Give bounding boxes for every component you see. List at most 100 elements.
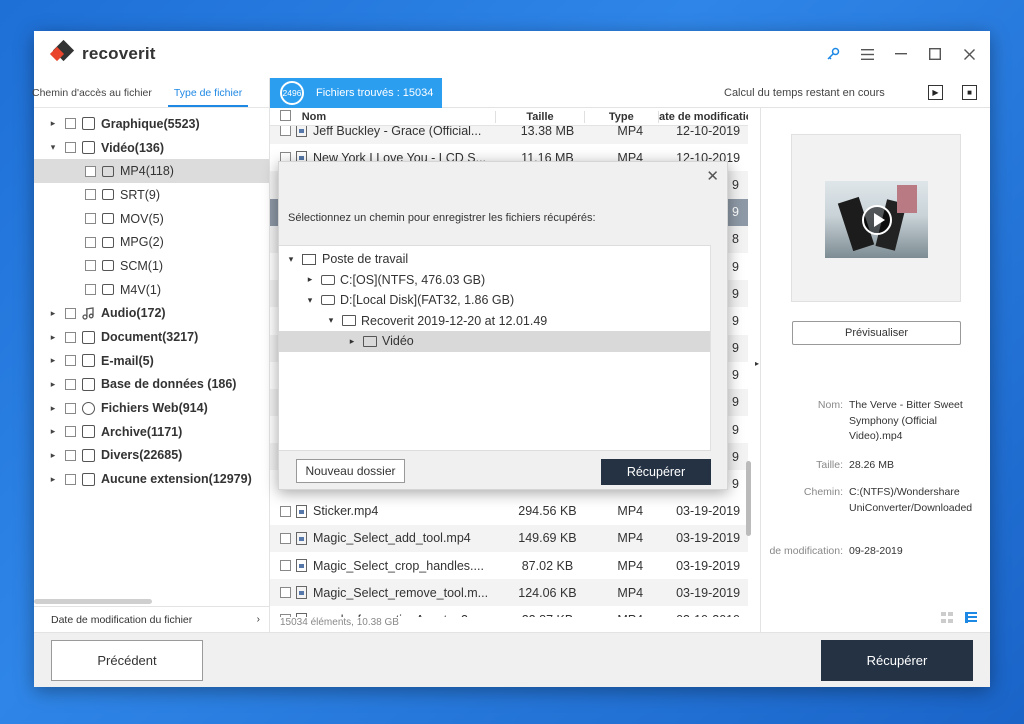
database-icon xyxy=(82,377,95,391)
collapse-icon[interactable]: ▾ xyxy=(324,315,338,326)
tree-node-computer[interactable]: ▾ Poste de travail xyxy=(279,249,727,270)
tree-item-web[interactable]: ▸ Fichiers Web(914) xyxy=(34,396,269,420)
column-size[interactable]: Taille xyxy=(495,110,583,123)
checkbox[interactable] xyxy=(85,189,96,201)
stop-icon[interactable]: ■ xyxy=(962,85,977,100)
minimize-icon[interactable] xyxy=(892,45,910,63)
checkbox[interactable] xyxy=(65,378,76,390)
tree-node-drive-d[interactable]: ▾ D:[Local Disk](FAT32, 1.86 GB) xyxy=(279,290,727,311)
checkbox[interactable] xyxy=(280,125,291,137)
table-row[interactable]: Magic_Select_add_tool.mp4 149.69 KB MP4 … xyxy=(270,524,748,552)
checkbox[interactable] xyxy=(85,213,96,225)
checkbox[interactable] xyxy=(65,449,76,461)
checkbox[interactable] xyxy=(65,473,76,485)
checkbox[interactable] xyxy=(65,402,76,414)
checkbox[interactable] xyxy=(65,355,76,367)
tree-item-no-extension[interactable]: ▸ Aucune extension(12979) xyxy=(34,467,269,491)
expand-icon[interactable]: ▸ xyxy=(47,450,59,461)
checkbox[interactable] xyxy=(85,165,96,177)
new-folder-button[interactable]: Nouveau dossier xyxy=(296,459,405,483)
tree-item-email[interactable]: ▸ E-mail(5) xyxy=(34,349,269,373)
play-icon[interactable] xyxy=(862,205,892,235)
expand-icon[interactable]: ▸ xyxy=(47,426,59,437)
dialog-recover-button[interactable]: Récupérer xyxy=(601,459,711,485)
expand-icon[interactable]: ▸ xyxy=(47,379,59,390)
tree-item-video[interactable]: ▾ Vidéo(136) xyxy=(34,136,269,160)
table-row[interactable]: Magic_Select_crop_handles.... 87.02 KB M… xyxy=(270,552,748,579)
checkbox[interactable] xyxy=(280,532,291,544)
preview-button[interactable]: Prévisualiser xyxy=(792,321,961,345)
tree-node-video-folder[interactable]: ▸ Vidéo xyxy=(279,331,727,352)
play-icon[interactable]: ▶ xyxy=(928,85,943,100)
tree-item-scm[interactable]: SCM(1) xyxy=(34,254,269,278)
menu-icon[interactable] xyxy=(858,45,876,63)
key-icon[interactable] xyxy=(824,45,842,63)
tree-item-graphique[interactable]: ▸ Graphique(5523) xyxy=(34,112,269,136)
tab-file-path[interactable]: Chemin d'accès au fichier xyxy=(32,87,158,107)
tree-item-archive[interactable]: ▸ Archive(1171) xyxy=(34,420,269,444)
tree-item-mov[interactable]: MOV(5) xyxy=(34,207,269,231)
dialog-scrollbar[interactable] xyxy=(710,245,727,451)
collapse-icon[interactable]: ▾ xyxy=(284,254,298,265)
expand-icon[interactable]: ▸ xyxy=(303,274,317,285)
file-size: 149.69 KB xyxy=(518,531,577,546)
expand-icon[interactable]: ▸ xyxy=(47,474,59,485)
checkbox[interactable] xyxy=(65,426,76,438)
file-date-fragment: 9 xyxy=(732,205,739,220)
tree-item-label: Archive(1171) xyxy=(101,424,183,439)
vertical-scrollbar[interactable] xyxy=(746,461,751,536)
tab-file-type[interactable]: Type de fichier xyxy=(167,87,249,107)
checkbox[interactable] xyxy=(65,307,76,319)
tree-item-mpg[interactable]: MPG(2) xyxy=(34,230,269,254)
grid-view-icon[interactable] xyxy=(941,612,953,623)
collapse-icon[interactable]: ▾ xyxy=(303,295,317,306)
expand-icon[interactable]: ▸ xyxy=(47,403,59,414)
column-name[interactable]: Nom xyxy=(294,111,496,123)
checkbox[interactable] xyxy=(85,236,96,248)
expand-icon[interactable]: ▸ xyxy=(47,355,59,366)
tree-item-mp4[interactable]: MP4(118) xyxy=(34,159,269,184)
maximize-icon[interactable] xyxy=(926,45,944,63)
select-all-checkbox[interactable] xyxy=(270,109,294,124)
sort-by-date-filter[interactable]: Date de modification du fichier › xyxy=(34,606,270,632)
file-type: MP4 xyxy=(617,585,644,600)
close-icon[interactable] xyxy=(960,45,978,63)
collapse-preview-icon[interactable]: ▸ xyxy=(755,359,759,368)
tree-node-recoverit-folder[interactable]: ▾ Recoverit 2019-12-20 at 12.01.49 xyxy=(279,311,727,332)
tree-item-label: SRT(9) xyxy=(120,187,161,202)
expand-icon[interactable]: ▸ xyxy=(47,118,59,129)
expand-icon[interactable]: ▸ xyxy=(47,308,59,319)
checkbox[interactable] xyxy=(85,284,96,296)
files-found-badge: 2496 Fichiers trouvés : 15034 xyxy=(270,78,442,108)
expand-icon[interactable]: ▸ xyxy=(345,336,359,347)
checkbox[interactable] xyxy=(280,587,291,599)
recover-button[interactable]: Récupérer xyxy=(821,640,973,681)
table-row[interactable]: Magic_Select_remove_tool.m... 124.06 KB … xyxy=(270,579,748,607)
horizontal-scrollbar[interactable] xyxy=(34,599,152,604)
previous-button[interactable]: Précédent xyxy=(51,640,203,681)
column-type[interactable]: Type xyxy=(583,110,658,123)
checkbox[interactable] xyxy=(280,505,291,517)
table-row[interactable]: Sticker.mp4 294.56 KB MP4 03-19-2019 xyxy=(270,498,748,525)
checkbox[interactable] xyxy=(65,331,76,343)
tree-item-m4v[interactable]: M4V(1) xyxy=(34,278,269,302)
tree-item-label: Aucune extension(12979) xyxy=(101,472,252,487)
collapse-icon[interactable]: ▾ xyxy=(47,142,59,153)
close-icon[interactable]: ✕ xyxy=(706,167,719,185)
folder-icon xyxy=(102,284,114,296)
tree-item-database[interactable]: ▸ Base de données (186) xyxy=(34,373,269,397)
expand-icon[interactable]: ▸ xyxy=(47,332,59,343)
video-thumbnail[interactable] xyxy=(825,181,928,258)
list-view-icon[interactable] xyxy=(965,612,977,623)
checkbox[interactable] xyxy=(65,118,76,130)
tree-node-drive-c[interactable]: ▸ C:[OS](NTFS, 476.03 GB) xyxy=(279,270,727,291)
checkbox[interactable] xyxy=(65,142,76,154)
tree-item-audio[interactable]: ▸ Audio(172) xyxy=(34,302,269,326)
column-date[interactable]: ate de modificatio xyxy=(657,110,748,123)
checkbox[interactable] xyxy=(280,560,291,572)
video-file-icon xyxy=(296,559,307,573)
checkbox[interactable] xyxy=(85,260,96,272)
tree-item-document[interactable]: ▸ Document(3217) xyxy=(34,325,269,349)
tree-item-srt[interactable]: SRT(9) xyxy=(34,183,269,207)
tree-item-divers[interactable]: ▸ Divers(22685) xyxy=(34,444,269,468)
